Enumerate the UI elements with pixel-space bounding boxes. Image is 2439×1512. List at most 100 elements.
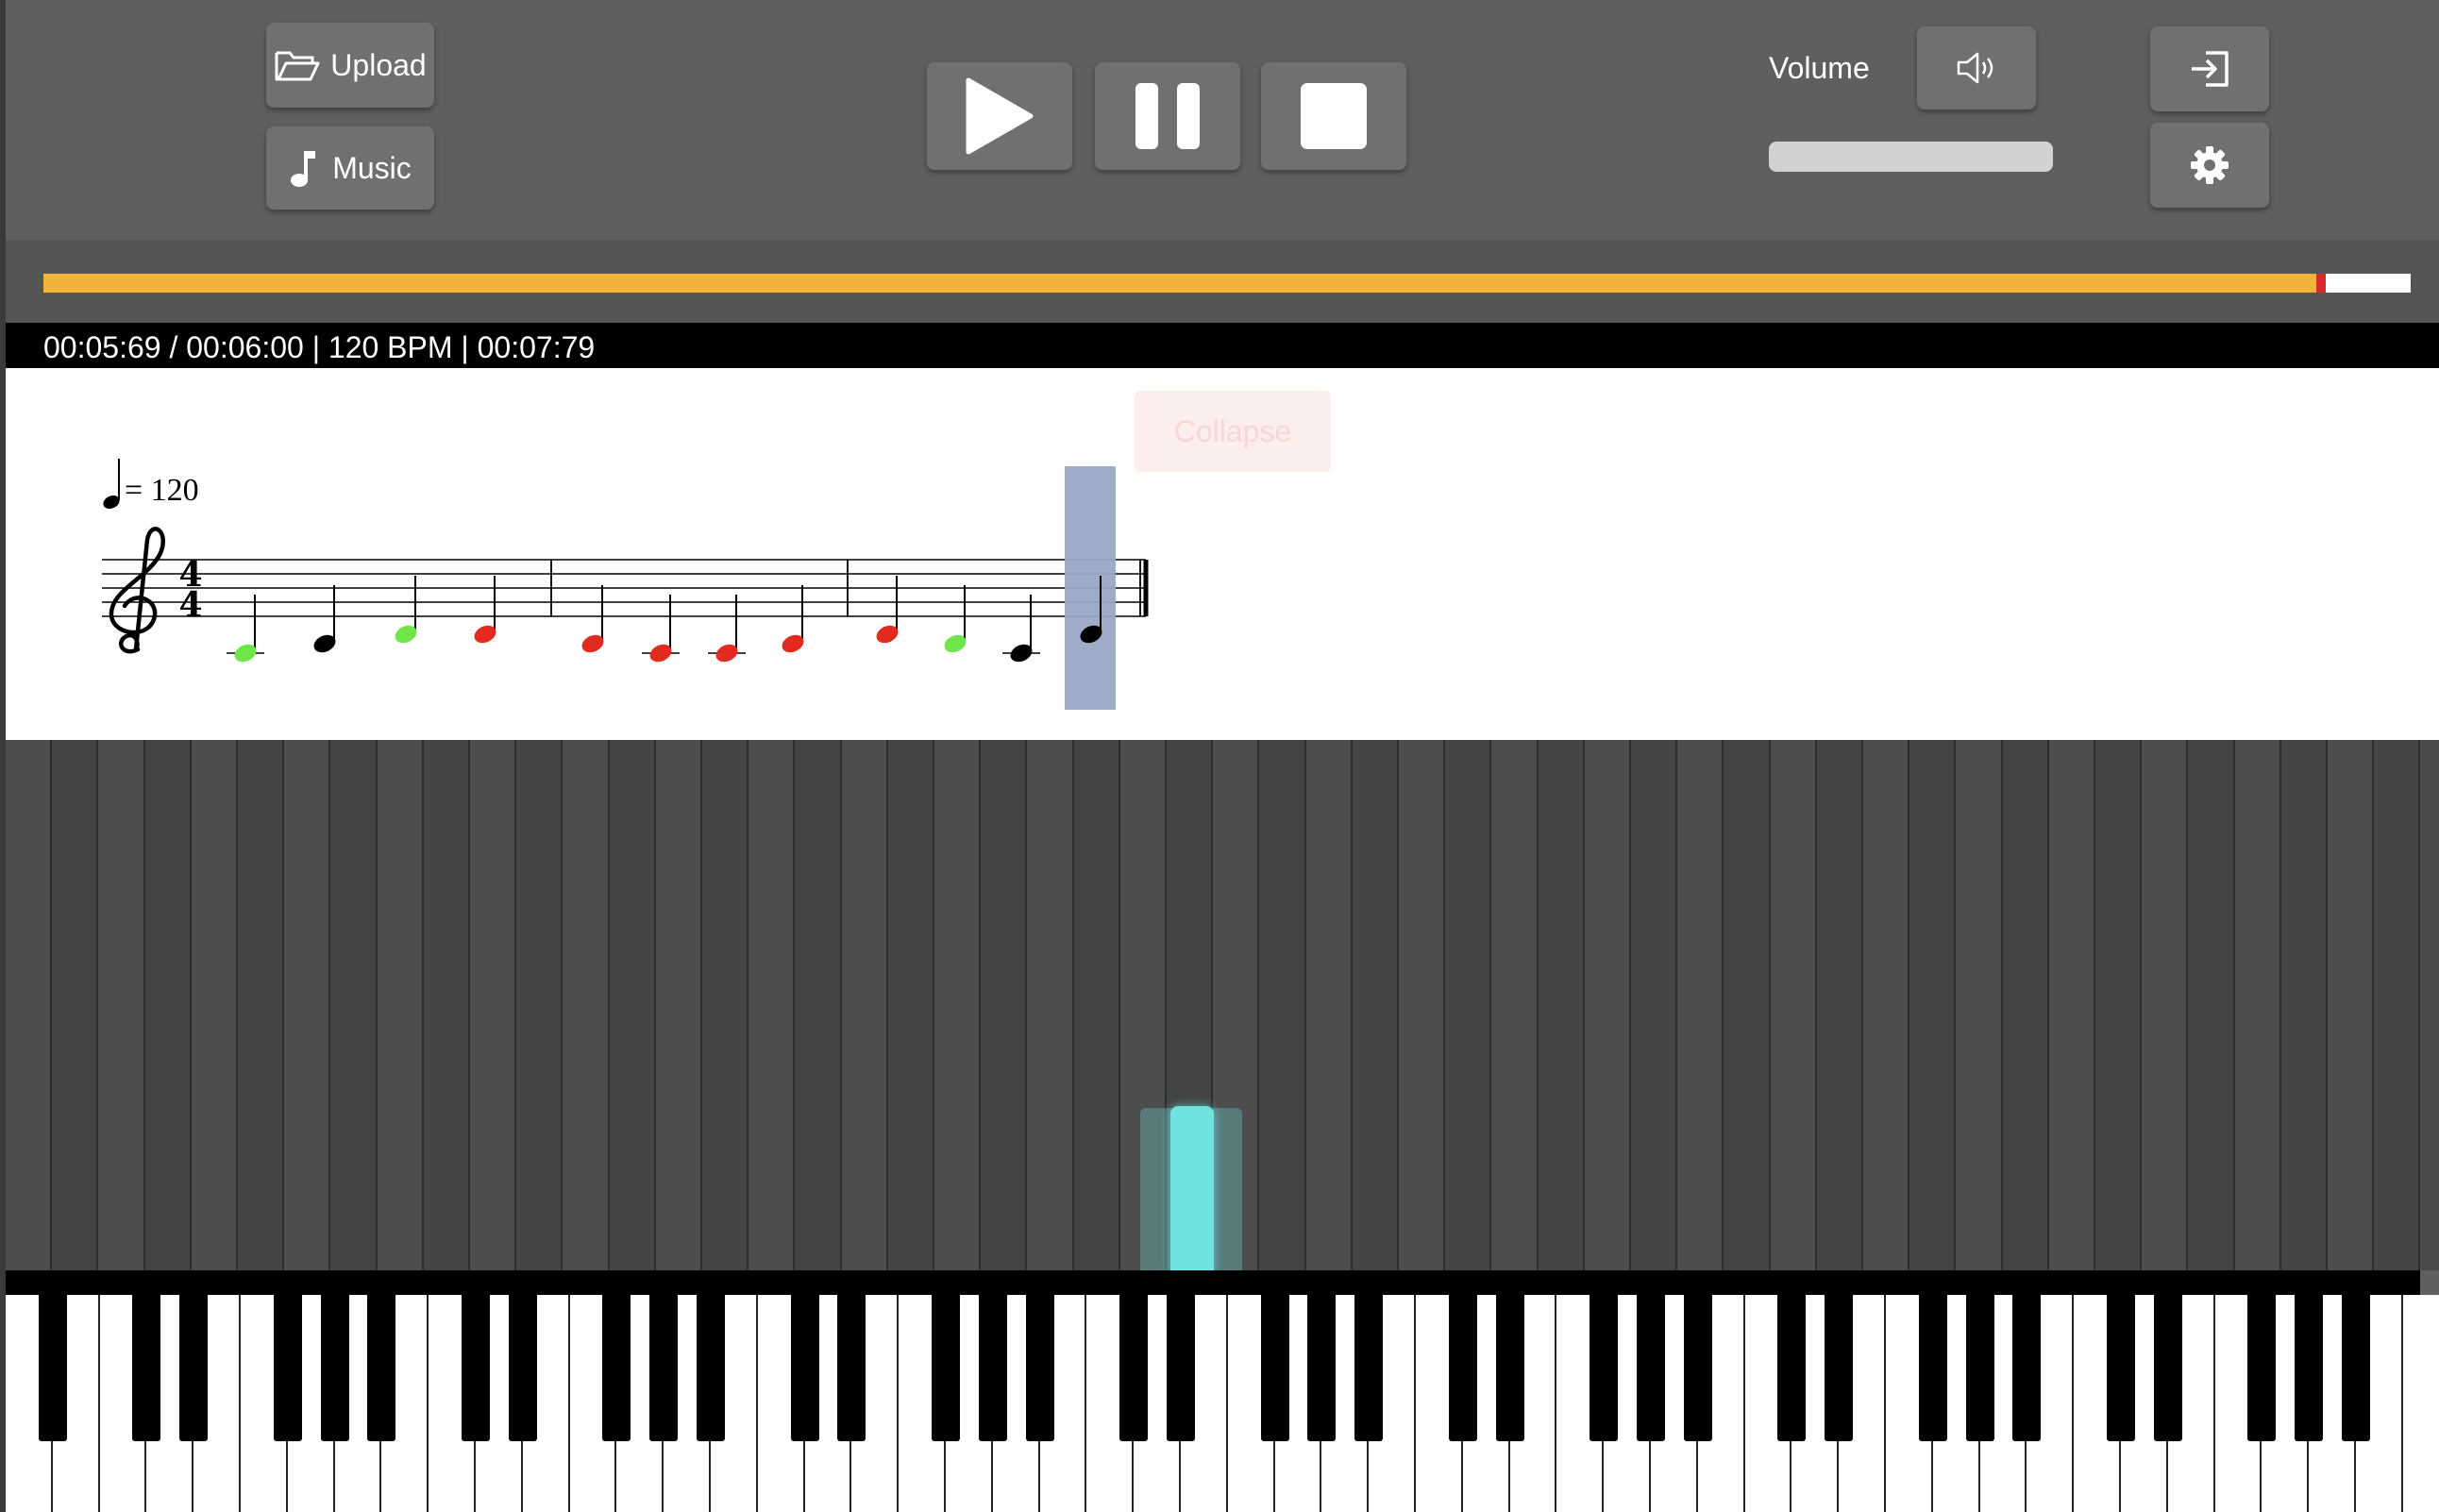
black-key[interactable] (697, 1295, 725, 1441)
status-bar: 00:05:69 / 00:06:00 | 120 BPM | 00:07:79 (6, 323, 2439, 368)
note-lane (1491, 740, 1539, 1270)
note-lane (423, 740, 470, 1270)
volume-label: Volume (1769, 51, 1870, 85)
note-lane (2002, 740, 2049, 1270)
note-lane (1538, 740, 1585, 1270)
black-key[interactable] (1448, 1295, 1477, 1441)
collapse-label: Collapse (1173, 413, 1292, 448)
volume-button[interactable] (1917, 26, 2036, 109)
treble-clef-icon (109, 527, 165, 654)
black-key[interactable] (462, 1295, 490, 1441)
note-lane (1770, 740, 1817, 1270)
black-key[interactable] (1119, 1295, 1149, 1441)
note-lane (52, 740, 99, 1270)
black-key[interactable] (179, 1295, 209, 1441)
black-key[interactable] (1025, 1295, 1054, 1441)
black-key[interactable] (978, 1295, 1007, 1441)
black-key[interactable] (602, 1295, 631, 1441)
note-lane (1399, 740, 1446, 1270)
black-key[interactable] (132, 1295, 161, 1441)
black-key[interactable] (2107, 1295, 2135, 1441)
time-signature-bottom: 4 (178, 585, 202, 625)
note-lane (470, 740, 517, 1270)
black-key[interactable] (2342, 1295, 2370, 1441)
exit-button[interactable] (2150, 26, 2269, 111)
note-roll (6, 740, 2439, 1297)
falling-note (1170, 1106, 1214, 1278)
note-lane (1956, 740, 2003, 1270)
settings-button[interactable] (2150, 123, 2269, 208)
piano-keyboard[interactable] (6, 1295, 2439, 1512)
toolbar: Upload Music Volume (6, 0, 2439, 240)
music-button[interactable]: Music (266, 126, 434, 210)
note-lane (609, 740, 656, 1270)
note-lane (2188, 740, 2235, 1270)
volume-slider[interactable] (1769, 142, 2053, 172)
note-lane (1027, 740, 1074, 1270)
black-key[interactable] (508, 1295, 537, 1441)
black-key[interactable] (38, 1295, 67, 1441)
progress-marker[interactable] (2315, 274, 2326, 293)
black-key[interactable] (649, 1295, 679, 1441)
music-note-icon (289, 148, 316, 188)
black-key[interactable] (837, 1295, 866, 1441)
note-lane (2048, 740, 2095, 1270)
staff-lines (102, 559, 1146, 617)
black-key[interactable] (1495, 1295, 1524, 1441)
black-key[interactable] (1918, 1295, 1947, 1441)
black-key[interactable] (2247, 1295, 2277, 1441)
upload-label: Upload (330, 47, 427, 82)
playhead-cursor (1065, 466, 1116, 710)
staff-svg: = 120 4 4 (102, 459, 1149, 710)
black-key[interactable] (1683, 1295, 1712, 1441)
black-key[interactable] (273, 1295, 302, 1441)
black-key[interactable] (1260, 1295, 1289, 1441)
note-lane (377, 740, 424, 1270)
black-key[interactable] (320, 1295, 349, 1441)
note-lane (1909, 740, 1957, 1270)
note-lane (981, 740, 1028, 1270)
note-lane (2374, 740, 2421, 1270)
tempo-note-icon (103, 459, 120, 510)
black-key[interactable] (367, 1295, 396, 1441)
note-lane (2328, 740, 2375, 1270)
black-key[interactable] (1777, 1295, 1807, 1441)
black-key[interactable] (790, 1295, 819, 1441)
progress-bar[interactable] (43, 274, 2411, 293)
black-key[interactable] (2012, 1295, 2042, 1441)
note-lane (284, 740, 331, 1270)
note-lane (98, 740, 145, 1270)
black-key[interactable] (1637, 1295, 1665, 1441)
sheet-music: = 120 4 4 Collapse (6, 368, 2439, 740)
keyboard-top-bar (6, 1270, 2420, 1295)
black-key[interactable] (1965, 1295, 1994, 1441)
black-key[interactable] (1354, 1295, 1384, 1441)
time-status: 00:05:69 / 00:06:00 | 120 BPM | 00:07:79 (43, 330, 596, 364)
black-key[interactable] (1307, 1295, 1337, 1441)
black-key[interactable] (1167, 1295, 1195, 1441)
note-lane (1724, 740, 1771, 1270)
note-lane (144, 740, 192, 1270)
speaker-icon (1956, 52, 1997, 84)
play-button[interactable] (927, 62, 1072, 170)
black-key[interactable] (2153, 1295, 2182, 1441)
black-key[interactable] (1590, 1295, 1619, 1441)
black-key[interactable] (1825, 1295, 1854, 1441)
stop-button[interactable] (1261, 62, 1406, 170)
note-lane (2095, 740, 2143, 1270)
black-key[interactable] (2295, 1295, 2324, 1441)
note-lane (1305, 740, 1353, 1270)
upload-button[interactable]: Upload (266, 23, 434, 108)
pause-button[interactable] (1095, 62, 1240, 170)
note-lane (887, 740, 934, 1270)
black-key[interactable] (932, 1295, 960, 1441)
tempo-marking: = 120 (125, 473, 199, 508)
note-lane (238, 740, 285, 1270)
note-lane (563, 740, 610, 1270)
note-lane (934, 740, 982, 1270)
progress-fill (43, 274, 2316, 293)
gear-icon (2191, 146, 2229, 184)
white-key[interactable] (2402, 1295, 2439, 1512)
note-lane (1445, 740, 1492, 1270)
collapse-button[interactable]: Collapse (1135, 391, 1331, 472)
